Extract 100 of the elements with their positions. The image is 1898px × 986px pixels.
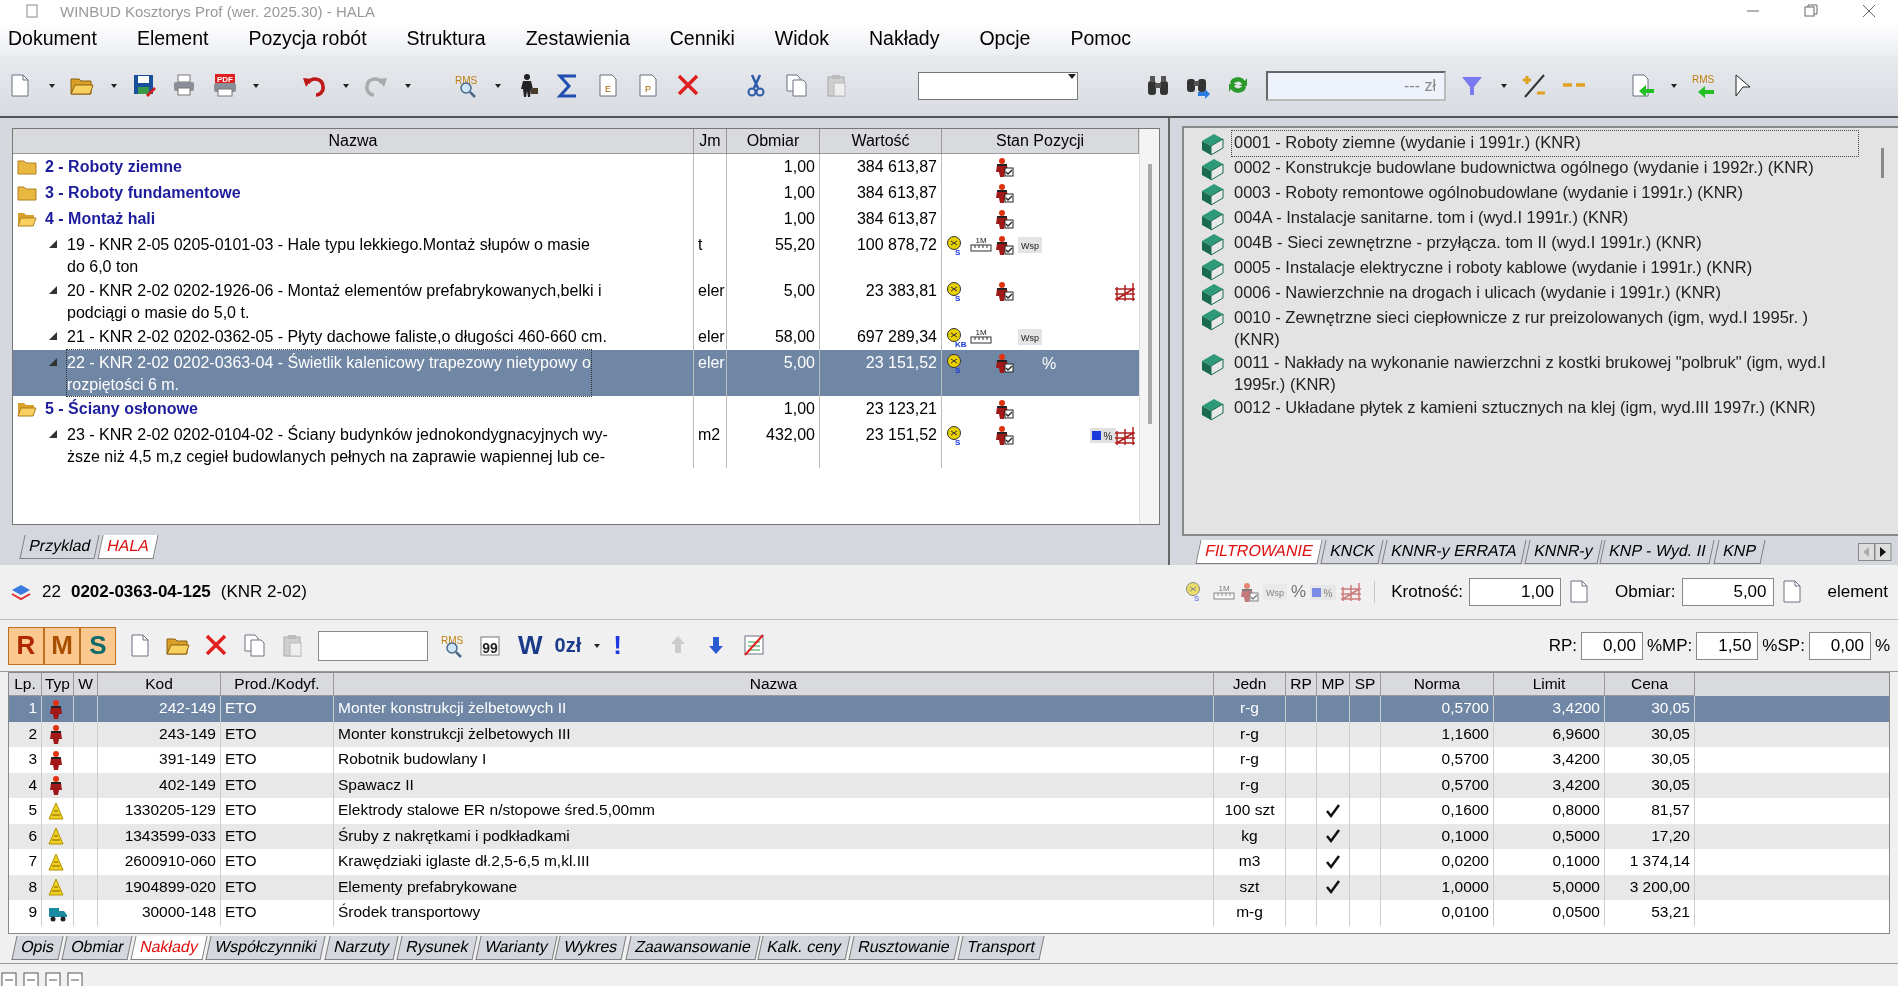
catalog-tab[interactable]: KNCK: [1320, 540, 1384, 564]
catalog-tab[interactable]: KNP: [1713, 540, 1766, 564]
position-number: 22: [42, 582, 61, 602]
copy-icon[interactable]: [784, 72, 810, 99]
status-icon[interactable]: [0, 971, 18, 986]
catalog-item[interactable]: 0003 - Roboty remontowe ogólnobudowlane (wydanie i 1991r.) (KNR): [1232, 181, 1858, 206]
detail-tab[interactable]: Kalk. ceny: [757, 936, 851, 960]
menu-item[interactable]: Widok: [774, 27, 829, 50]
producer-cell: ETO: [221, 849, 334, 875]
open-folder-icon[interactable]: [17, 210, 37, 228]
menu-item[interactable]: Cenniki: [669, 27, 735, 50]
status-icon[interactable]: [44, 971, 62, 986]
menu-item[interactable]: Dokument: [8, 27, 97, 50]
document-tab[interactable]: HALA: [97, 535, 159, 559]
menu-item[interactable]: Zestawienia: [525, 27, 630, 50]
catalog-item[interactable]: 004B - Sieci zewnętrzne - przyłącza. tom II (wyd.I 1991r.) (KNR): [1232, 231, 1858, 256]
code-cell: 1343599-033: [98, 823, 221, 849]
multiplier-field[interactable]: 1,00: [1469, 578, 1562, 606]
rp-field[interactable]: 0,00: [1581, 631, 1643, 660]
catalog-item[interactable]: 0005 - Instalacje elektryczne i roboty kablowe (wydanie i 1991r.) (KNR): [1232, 256, 1858, 281]
search-field[interactable]: [318, 630, 428, 661]
exclamation-button[interactable]: !: [613, 630, 622, 661]
norm-cell: 1,0000: [1381, 874, 1494, 900]
catalog-tab[interactable]: KNP - Wyd. II: [1599, 540, 1716, 564]
scroll-arrows-icon[interactable]: [1858, 543, 1892, 561]
close-icon[interactable]: [1862, 4, 1876, 18]
menu-item[interactable]: Pozycja robót: [248, 27, 367, 50]
group-name: 2 - Roboty ziemne: [45, 157, 182, 177]
norm-cell: 0,1600: [1381, 798, 1494, 824]
catalog-item[interactable]: 0006 - Nawierzchnie na drogach i ulicach (wydanie i 1991r.) (KNR): [1232, 281, 1858, 306]
detail-tab[interactable]: Opis: [11, 936, 64, 960]
menu-item[interactable]: Element: [136, 27, 209, 50]
detail-tab[interactable]: Współczynniki: [205, 936, 327, 960]
scrollbar[interactable]: [1881, 148, 1884, 178]
save-icon[interactable]: [132, 72, 158, 99]
plus-minus-icon[interactable]: [1522, 72, 1548, 99]
detail-tab[interactable]: Obmiar: [61, 936, 133, 960]
mp-field[interactable]: 1,50: [1696, 631, 1759, 660]
folder-icon[interactable]: [17, 158, 37, 176]
detail-tab[interactable]: Wykres: [554, 936, 628, 960]
copy-icon[interactable]: [242, 632, 268, 659]
filter-toggle[interactable]: M: [44, 626, 80, 665]
catalog-tab[interactable]: KNNR-y ERRATA: [1381, 540, 1527, 564]
expander-icon[interactable]: [49, 332, 57, 340]
open-folder-icon[interactable]: [17, 400, 37, 418]
catalog-tab[interactable]: FILTROWANIE: [1195, 540, 1323, 564]
column-header[interactable]: Jm: [694, 129, 727, 154]
detail-tab[interactable]: Nakłady: [130, 936, 208, 960]
menu-item[interactable]: Struktura: [406, 27, 486, 50]
catalog-item[interactable]: 0012 - Układane płytek z kamieni sztucznych na klej (igm, wyd.III 1997r.) (KNR): [1232, 395, 1858, 421]
value-cell: 100 878,72: [820, 232, 942, 278]
worker-icon: [994, 353, 1014, 373]
menu-item[interactable]: Nakłady: [869, 27, 940, 50]
page-arrow-icon[interactable]: [1630, 72, 1656, 99]
catalog-tab[interactable]: KNNR-y: [1524, 540, 1602, 564]
document-tab[interactable]: Przyklad: [19, 535, 100, 559]
catalog-item[interactable]: 0002 - Konstrukcje budowlane budownictwa ogólnego (wydanie i 1992r.) (KNR): [1232, 156, 1858, 181]
column-header[interactable]: Nazwa: [13, 129, 694, 154]
restore-icon[interactable]: [1804, 4, 1818, 18]
detail-tab[interactable]: Transport: [957, 936, 1045, 960]
sp-field[interactable]: 0,00: [1808, 631, 1871, 660]
dropdown-arrow-icon[interactable]: [1067, 72, 1077, 81]
combo-box[interactable]: [918, 71, 1078, 100]
position-name: rozpiętości 6 m.: [67, 375, 181, 395]
menu-item[interactable]: Opcje: [979, 27, 1031, 50]
w-button[interactable]: W: [518, 630, 543, 661]
status-icon[interactable]: [66, 971, 84, 986]
catalog-item[interactable]: 0011 - Nakłady na wykonanie nawierzchni z kostki brukowej "polbruk" (igm, wyd.I 1995r.) (KNR): [1232, 350, 1858, 396]
value-cell: 23 151,52: [820, 350, 942, 396]
filter-toggle[interactable]: R: [8, 626, 44, 665]
row-number: 5: [9, 798, 42, 824]
detail-tab[interactable]: Rusztowanie: [848, 936, 960, 960]
column-header[interactable]: Obmiar: [727, 129, 820, 154]
catalog-item[interactable]: 004A - Instalacje sanitarne. tom i (wyd.I 1991r.) (KNR): [1232, 206, 1858, 231]
scrollbar[interactable]: [1139, 129, 1159, 524]
unit-cell: m-g: [1214, 900, 1286, 926]
expander-icon[interactable]: [49, 430, 57, 438]
detail-tab[interactable]: Rysunek: [396, 936, 478, 960]
unit-cell: 100 szt: [1214, 798, 1286, 824]
zero-price-button[interactable]: 0zł: [554, 634, 582, 657]
price-cell: 81,57: [1605, 798, 1695, 824]
detail-tab[interactable]: Warianty: [475, 936, 557, 960]
folder-icon[interactable]: [17, 184, 37, 202]
norm-cell: 0,5700: [1381, 747, 1494, 773]
quantity-field[interactable]: 5,00: [1681, 578, 1774, 606]
catalog-item[interactable]: 0001 - Roboty ziemne (wydanie i 1991r.) (KNR): [1232, 131, 1858, 156]
status-icon[interactable]: [22, 971, 40, 986]
position-name: podciągi o masie do 5,0 t.: [67, 303, 251, 323]
detail-tab[interactable]: Zaawansowanie: [625, 936, 760, 960]
expander-icon[interactable]: [49, 286, 57, 294]
menu-item[interactable]: Pomoc: [1070, 27, 1132, 50]
column-header[interactable]: Wartość: [820, 129, 942, 154]
book-icon: [1200, 282, 1224, 306]
name-cell: Śruby z nakrętkami i podkładkami: [334, 823, 1214, 849]
page-icon[interactable]: [1567, 579, 1590, 605]
expander-icon[interactable]: [49, 240, 57, 248]
row-number: 2: [9, 721, 42, 747]
filter-toggle[interactable]: S: [80, 626, 116, 665]
catalog-item[interactable]: 0010 - Zewnętrzne sieci ciepłownicze z rur preizolowanych (igm, wyd.I 1995r. ) (KNR): [1232, 306, 1858, 351]
detail-tab[interactable]: Narzuty: [324, 936, 399, 960]
